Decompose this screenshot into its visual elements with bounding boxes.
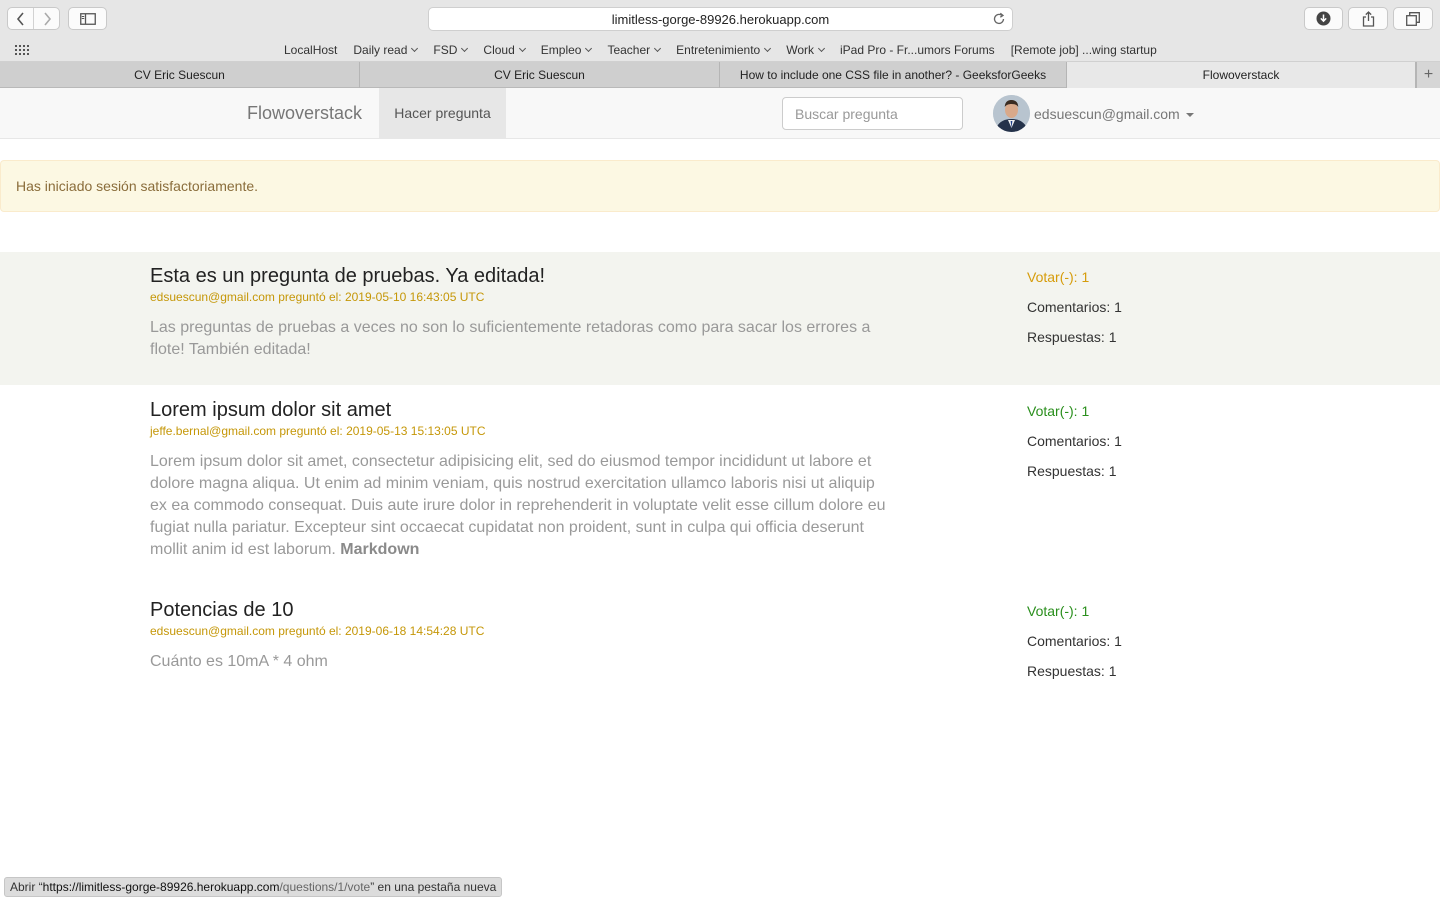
comments-count: Comentarios: 1 bbox=[1027, 433, 1122, 449]
status-path: /questions/1/vote bbox=[279, 880, 371, 894]
chevron-down-icon bbox=[461, 44, 469, 52]
show-tabs-button[interactable] bbox=[1393, 7, 1433, 30]
favorite-folder[interactable]: FSD bbox=[433, 43, 469, 57]
reload-icon bbox=[993, 12, 1005, 25]
user-email: edsuescun@gmail.com bbox=[1034, 105, 1180, 122]
question-title[interactable]: Esta es un pregunta de pruebas. Ya edita… bbox=[150, 265, 545, 288]
comments-count: Comentarios: 1 bbox=[1027, 633, 1122, 649]
question-title[interactable]: Potencias de 10 bbox=[150, 599, 293, 622]
question-body: Cuánto es 10mA * 4 ohm bbox=[150, 653, 328, 670]
question-body: Las preguntas de pruebas a veces no son … bbox=[150, 319, 871, 358]
favorite-folder[interactable]: Cloud bbox=[483, 43, 526, 57]
tab-geeksforgeeks[interactable]: How to include one CSS file in another? … bbox=[720, 62, 1067, 88]
avatar bbox=[993, 95, 1030, 132]
answers-count: Respuestas: 1 bbox=[1027, 663, 1117, 679]
question-item: Potencias de 10 edsuescun@gmail.com preg… bbox=[0, 586, 1440, 696]
favorite-item[interactable]: [Remote job] ...wing startup bbox=[1011, 43, 1157, 57]
favorites-bar: LocalHost Daily read FSD Cloud Empleo Te… bbox=[0, 37, 1440, 62]
answers-count: Respuestas: 1 bbox=[1027, 329, 1117, 345]
back-button[interactable] bbox=[8, 8, 33, 29]
tab-cv-eric-suescun[interactable]: CV Eric Suescun bbox=[0, 62, 360, 88]
status-host: https://limitless-gorge-89926.herokuapp.… bbox=[42, 880, 280, 894]
question-body: Lorem ipsum dolor sit amet, consectetur … bbox=[150, 453, 886, 558]
question-item: Esta es un pregunta de pruebas. Ya edita… bbox=[0, 252, 1440, 385]
ask-question-link[interactable]: Hacer pregunta bbox=[379, 88, 506, 138]
tab-flowoverstack[interactable]: Flowoverstack bbox=[1067, 62, 1416, 88]
answers-count: Respuestas: 1 bbox=[1027, 463, 1117, 479]
favorite-folder[interactable]: Empleo bbox=[541, 43, 593, 57]
history-buttons bbox=[7, 7, 60, 30]
favorite-item[interactable]: iPad Pro - Fr...umors Forums bbox=[840, 43, 995, 57]
chevron-down-icon bbox=[518, 44, 526, 52]
share-icon bbox=[1362, 10, 1374, 27]
question-stats: Votar(-): 1 Comentarios: 1 Respuestas: 1 bbox=[1027, 267, 1122, 357]
downloads-button[interactable] bbox=[1304, 7, 1343, 30]
favorite-folder[interactable]: Daily read bbox=[353, 43, 419, 57]
chevron-down-icon bbox=[764, 44, 772, 52]
flash-alert: Has iniciado sesión satisfactoriamente. bbox=[0, 160, 1440, 212]
forward-icon bbox=[43, 11, 51, 26]
question-body-strong: Markdown bbox=[340, 541, 420, 558]
new-tab-button[interactable]: + bbox=[1416, 62, 1440, 88]
download-icon bbox=[1316, 11, 1331, 26]
brand-link[interactable]: Flowoverstack bbox=[247, 88, 362, 139]
sidebar-icon bbox=[79, 12, 96, 25]
vote-link[interactable]: Votar(-): 1 bbox=[1027, 267, 1122, 297]
question-title[interactable]: Lorem ipsum dolor sit amet bbox=[150, 399, 391, 422]
tab-bar: CV Eric Suescun CV Eric Suescun How to i… bbox=[0, 62, 1440, 88]
link-status-bar: Abrir “https://limitless-gorge-89926.her… bbox=[4, 877, 503, 897]
favorite-folder[interactable]: Teacher bbox=[607, 43, 662, 57]
user-menu[interactable]: edsuescun@gmail.com bbox=[993, 95, 1194, 132]
favorite-folder[interactable]: Work bbox=[786, 43, 826, 57]
back-icon bbox=[16, 11, 24, 26]
chevron-down-icon bbox=[585, 44, 593, 52]
site-navbar: Flowoverstack Hacer pregunta edsuescun@g… bbox=[0, 88, 1440, 139]
address-url: limitless-gorge-89926.herokuapp.com bbox=[611, 11, 830, 27]
question-meta: jeffe.bernal@gmail.com preguntó el: 2019… bbox=[150, 424, 486, 438]
caret-down-icon bbox=[1185, 112, 1194, 117]
sidebar-button[interactable] bbox=[68, 7, 107, 30]
favorite-folder[interactable]: Entretenimiento bbox=[676, 43, 772, 57]
chevron-down-icon bbox=[654, 44, 662, 52]
vote-link[interactable]: Votar(-): 1 bbox=[1027, 601, 1122, 631]
question-item: Lorem ipsum dolor sit amet jeffe.bernal@… bbox=[0, 386, 1440, 586]
favorites-list: LocalHost Daily read FSD Cloud Empleo Te… bbox=[284, 37, 1173, 62]
vote-link[interactable]: Votar(-): 1 bbox=[1027, 401, 1122, 431]
question-stats: Votar(-): 1 Comentarios: 1 Respuestas: 1 bbox=[1027, 401, 1122, 491]
question-stats: Votar(-): 1 Comentarios: 1 Respuestas: 1 bbox=[1027, 601, 1122, 691]
browser-toolbar: limitless-gorge-89926.herokuapp.com bbox=[0, 0, 1440, 37]
chevron-down-icon bbox=[411, 44, 419, 52]
chevron-down-icon bbox=[817, 44, 826, 52]
reload-button[interactable] bbox=[992, 12, 1006, 29]
forward-button[interactable] bbox=[33, 8, 59, 29]
share-button[interactable] bbox=[1348, 7, 1388, 30]
address-bar[interactable]: limitless-gorge-89926.herokuapp.com bbox=[428, 7, 1013, 31]
tabs-icon bbox=[1406, 11, 1420, 26]
question-meta: edsuescun@gmail.com preguntó el: 2019-05… bbox=[150, 290, 485, 304]
tab-cv-eric-suescun[interactable]: CV Eric Suescun bbox=[360, 62, 720, 88]
question-meta: edsuescun@gmail.com preguntó el: 2019-06… bbox=[150, 624, 485, 638]
favorite-item[interactable]: LocalHost bbox=[284, 43, 337, 57]
comments-count: Comentarios: 1 bbox=[1027, 299, 1122, 315]
search-input[interactable] bbox=[782, 97, 963, 130]
grid-icon[interactable] bbox=[15, 45, 31, 55]
